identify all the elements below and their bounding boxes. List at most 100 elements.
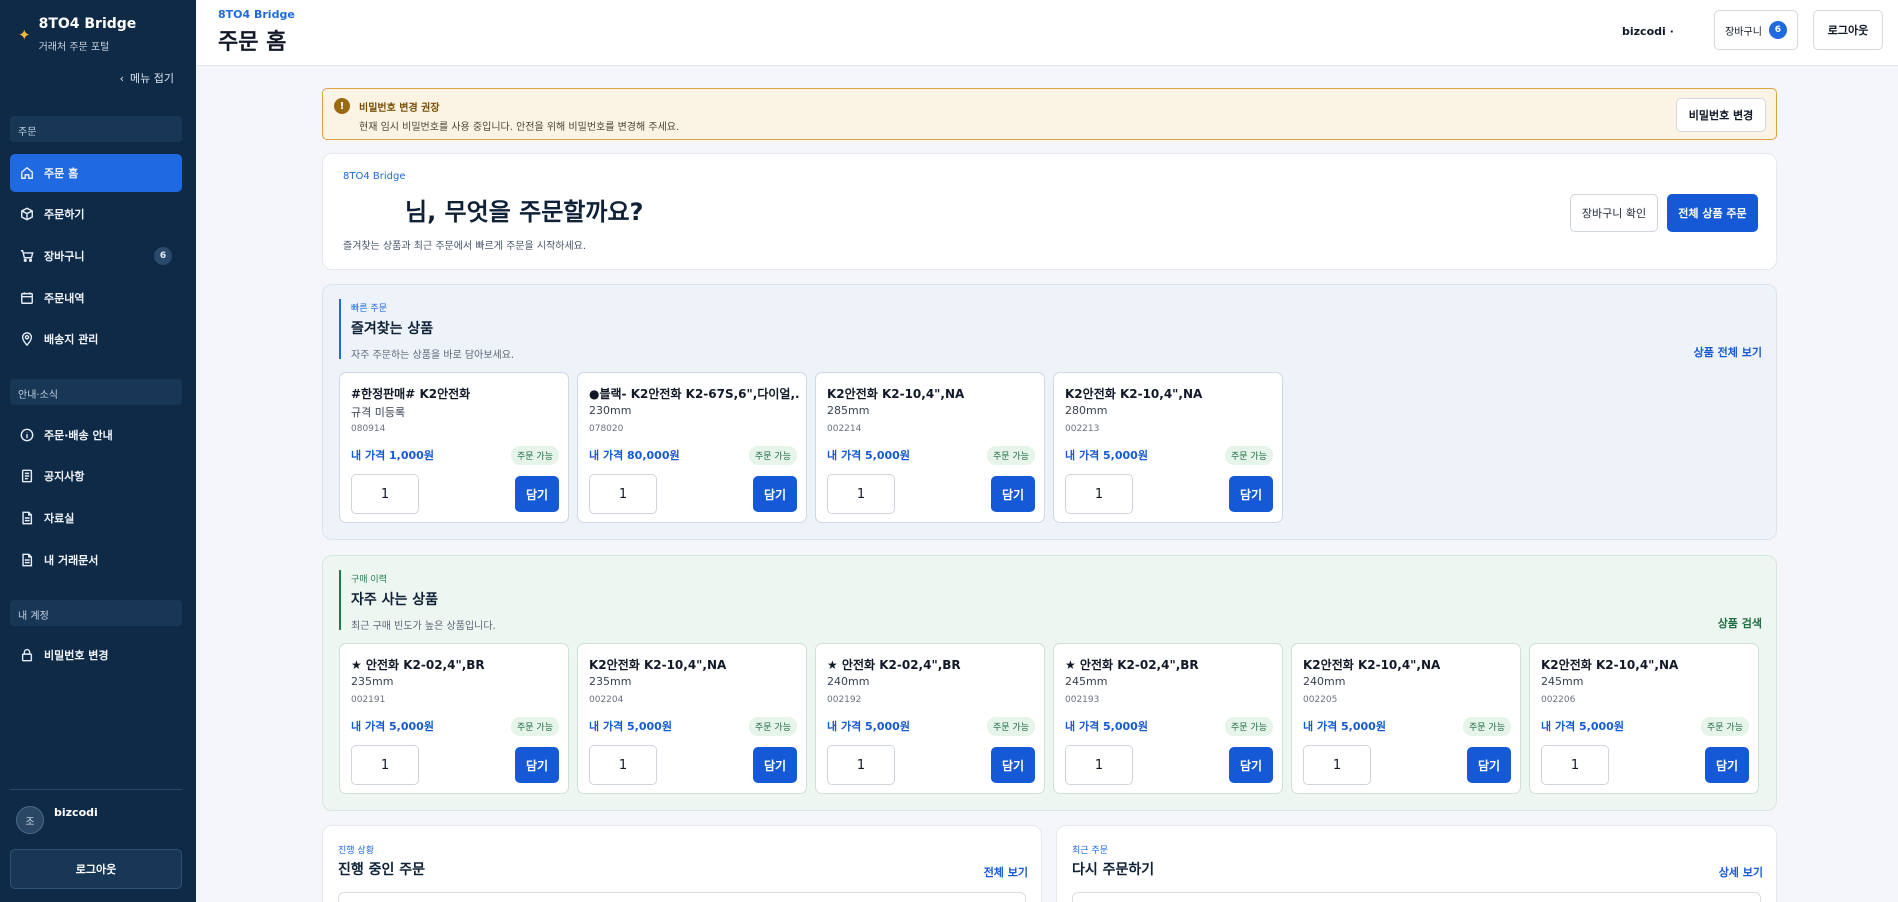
- hero-title: 님, 무엇을 주문할까요?: [405, 198, 644, 226]
- header-cart-button[interactable]: 장바구니 6: [1714, 10, 1798, 50]
- add-to-cart-button[interactable]: 담기: [991, 476, 1035, 512]
- view-all-orders-link[interactable]: 전체 보기: [984, 864, 1028, 880]
- product-card: K2안전화 K2-10,4",NA 240mm 002205 내 가격 5,00…: [1291, 643, 1521, 794]
- quantity-input[interactable]: [589, 745, 657, 785]
- product-card: K2안전화 K2-10,4",NA 285mm 002214 내 가격 5,00…: [815, 372, 1045, 523]
- sidebar-item-label: 주문 홈: [44, 167, 79, 180]
- product-spec: 285mm: [827, 404, 870, 417]
- sidebar-item-password[interactable]: 비밀번호 변경: [10, 636, 182, 674]
- panel-kicker: 최근 주문: [1072, 846, 1108, 856]
- product-code: 002192: [827, 695, 862, 705]
- info-icon: [20, 428, 34, 442]
- cart-icon: [20, 250, 34, 262]
- product-name: K2안전화 K2-10,4",NA: [589, 658, 727, 672]
- product-card: ★ 안전화 K2-02,4",BR 245mm 002193 내 가격 5,00…: [1053, 643, 1283, 794]
- product-spec: 230mm: [589, 404, 632, 417]
- frequent-products-panel: 구매 이력 자주 사는 상품 최근 구매 빈도가 높은 상품입니다. 상품 검색…: [322, 555, 1777, 811]
- sidebar-item-notice[interactable]: 공지사항: [10, 457, 182, 495]
- sidebar-item-label: 주문하기: [44, 208, 85, 221]
- product-price: 내 가격 5,000원: [1065, 720, 1148, 733]
- product-name: ★ 안전화 K2-02,4",BR: [1065, 658, 1199, 672]
- status-badge: 주문 가능: [1463, 717, 1511, 736]
- brand-subtitle: 거래처 주문 포털: [38, 42, 110, 53]
- add-to-cart-button[interactable]: 담기: [1229, 747, 1273, 783]
- panel-kicker: 진행 상황: [338, 846, 374, 856]
- quantity-input[interactable]: [589, 474, 657, 514]
- quantity-input[interactable]: [827, 745, 895, 785]
- change-password-button[interactable]: 비밀번호 변경: [1676, 98, 1766, 132]
- add-to-cart-button[interactable]: 담기: [1229, 476, 1273, 512]
- quantity-input[interactable]: [1303, 745, 1371, 785]
- product-spec: 235mm: [589, 675, 632, 688]
- panel-header: 빠른 주문 즐겨찾는 상품 자주 주문하는 상품을 바로 담아보세요.: [339, 299, 514, 361]
- sidebar-item-order[interactable]: 주문하기: [10, 195, 182, 233]
- sidebar-item-docs[interactable]: 내 거래문서: [10, 541, 182, 579]
- sidebar-logout-button[interactable]: 로그아웃: [10, 849, 182, 889]
- sidebar-item-library[interactable]: 자료실: [10, 499, 182, 537]
- product-name: #한정판매# K2안전화: [351, 387, 471, 401]
- panel-title: 진행 중인 주문: [338, 862, 426, 878]
- view-details-link[interactable]: 상세 보기: [1719, 864, 1763, 880]
- product-spec: 규격 미등록: [351, 406, 406, 419]
- quantity-input[interactable]: [1065, 745, 1133, 785]
- sidebar-item-home[interactable]: 주문 홈: [10, 154, 182, 192]
- view-all-products-link[interactable]: 상품 전체 보기: [1694, 344, 1762, 360]
- product-spec: 245mm: [1065, 675, 1108, 688]
- panel-header: 구매 이력 자주 사는 상품 최근 구매 빈도가 높은 상품입니다.: [339, 570, 496, 632]
- add-to-cart-button[interactable]: 담기: [1705, 747, 1749, 783]
- add-to-cart-button[interactable]: 담기: [515, 747, 559, 783]
- header-logout-button[interactable]: 로그아웃: [1813, 10, 1883, 50]
- file-icon: [22, 511, 33, 525]
- header-brand: 8TO4 Bridge: [218, 8, 295, 21]
- product-price: 내 가격 5,000원: [1303, 720, 1386, 733]
- product-card: #한정판매# K2안전화 규격 미등록 080914 내 가격 1,000원 주…: [339, 372, 569, 523]
- brand-title: 8TO4 Bridge: [38, 16, 137, 32]
- quantity-input[interactable]: [1541, 745, 1609, 785]
- add-to-cart-button[interactable]: 담기: [515, 476, 559, 512]
- add-to-cart-button[interactable]: 담기: [991, 747, 1035, 783]
- view-cart-button[interactable]: 장바구니 확인: [1570, 194, 1658, 232]
- order-list: [338, 892, 1026, 902]
- add-to-cart-button[interactable]: 담기: [1467, 747, 1511, 783]
- sidebar-item-cart[interactable]: 장바구니 6: [10, 237, 182, 275]
- cart-count-badge: 6: [1768, 21, 1787, 39]
- product-code: 002206: [1541, 695, 1576, 705]
- product-code: 002214: [827, 424, 862, 434]
- product-price: 내 가격 80,000원: [589, 449, 680, 462]
- sidebar-item-label: 내 거래문서: [44, 554, 99, 567]
- product-name: ●블랙- K2안전화 K2-67S,6",다이얼,...: [589, 387, 799, 401]
- top-header: 8TO4 Bridge 주문 홈 bizcodi · 장바구니 6 로그아웃: [196, 0, 1898, 66]
- product-name: K2안전화 K2-10,4",NA: [1541, 658, 1679, 672]
- section-label-order: 주문: [10, 116, 182, 142]
- quantity-input[interactable]: [827, 474, 895, 514]
- add-to-cart-button[interactable]: 담기: [753, 476, 797, 512]
- product-spec: 240mm: [1303, 675, 1346, 688]
- password-alert: ! 비밀번호 변경 권장 현재 임시 비밀번호를 사용 중입니다. 안전을 위해…: [322, 88, 1777, 140]
- panel-kicker: 구매 이력: [351, 575, 387, 585]
- product-name: ★ 안전화 K2-02,4",BR: [351, 658, 485, 672]
- add-to-cart-button[interactable]: 담기: [753, 747, 797, 783]
- product-price: 내 가격 1,000원: [351, 449, 434, 462]
- sidebar-item-guide[interactable]: 주문·배송 안내: [10, 416, 182, 454]
- quantity-input[interactable]: [351, 745, 419, 785]
- product-card: K2안전화 K2-10,4",NA 245mm 002206 내 가격 5,00…: [1529, 643, 1759, 794]
- panel-kicker: 빠른 주문: [351, 304, 387, 314]
- order-all-products-button[interactable]: 전체 상품 주문: [1667, 194, 1758, 232]
- sidebar-item-shipping[interactable]: 배송지 관리: [10, 320, 182, 358]
- product-code: 002213: [1065, 424, 1100, 434]
- quantity-input[interactable]: [351, 474, 419, 514]
- panel-subtitle: 최근 구매 빈도가 높은 상품입니다.: [351, 621, 496, 632]
- quantity-input[interactable]: [1065, 474, 1133, 514]
- sidebar-item-history[interactable]: 주문내역: [10, 279, 182, 317]
- search-products-link[interactable]: 상품 검색: [1718, 615, 1762, 631]
- panel-title: 즐겨찾는 상품: [351, 321, 434, 337]
- sidebar-item-label: 비밀번호 변경: [44, 649, 109, 662]
- collapse-menu-button[interactable]: ‹ 메뉴 접기: [120, 70, 174, 86]
- product-price: 내 가격 5,000원: [1065, 449, 1148, 462]
- status-badge: 주문 가능: [749, 446, 797, 465]
- cart-count-badge: 6: [154, 247, 172, 265]
- product-name: ★ 안전화 K2-02,4",BR: [827, 658, 961, 672]
- brand[interactable]: ✦ 8TO4 Bridge 거래처 주문 포털: [18, 16, 136, 53]
- product-spec: 240mm: [827, 675, 870, 688]
- product-card: ★ 안전화 K2-02,4",BR 235mm 002191 내 가격 5,00…: [339, 643, 569, 794]
